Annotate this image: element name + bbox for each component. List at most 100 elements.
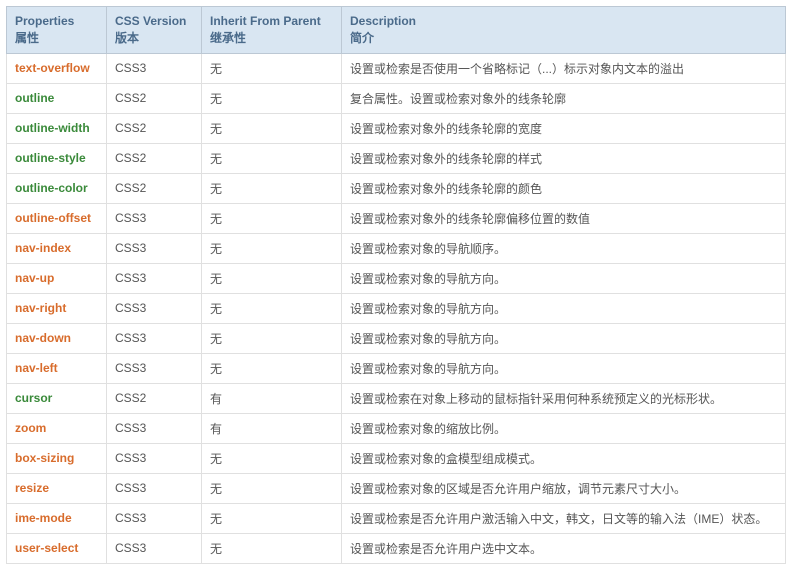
description-cell: 设置或检索是否允许用户选中文本。 <box>342 533 786 563</box>
inherit-cell: 无 <box>202 53 342 83</box>
header-inherit: Inherit From Parent 继承性 <box>202 7 342 54</box>
property-link[interactable]: outline <box>15 91 54 105</box>
description-cell: 设置或检索对象外的线条轮廓偏移位置的数值 <box>342 203 786 233</box>
property-link[interactable]: nav-left <box>15 361 58 375</box>
property-link[interactable]: resize <box>15 481 49 495</box>
inherit-cell: 无 <box>202 263 342 293</box>
inherit-cell: 无 <box>202 113 342 143</box>
table-row: nav-downCSS3无设置或检索对象的导航方向。 <box>7 323 786 353</box>
property-cell: nav-down <box>7 323 107 353</box>
table-row: outline-color CSS2无设置或检索对象外的线条轮廓的颜色 <box>7 173 786 203</box>
version-cell: CSS3 <box>107 413 202 443</box>
header-version: CSS Version 版本 <box>107 7 202 54</box>
inherit-cell: 无 <box>202 143 342 173</box>
header-zh: 版本 <box>115 30 193 47</box>
property-cell: box-sizing <box>7 443 107 473</box>
table-row: user-selectCSS3无设置或检索是否允许用户选中文本。 <box>7 533 786 563</box>
version-cell: CSS2 <box>107 113 202 143</box>
property-link[interactable]: text-overflow <box>15 61 90 75</box>
property-link[interactable]: box-sizing <box>15 451 74 465</box>
property-link[interactable]: ime-mode <box>15 511 72 525</box>
property-cell: user-select <box>7 533 107 563</box>
description-cell: 设置或检索对象的导航方向。 <box>342 263 786 293</box>
version-cell: CSS3 <box>107 533 202 563</box>
property-link[interactable]: outline-offset <box>15 211 91 225</box>
inherit-cell: 有 <box>202 413 342 443</box>
version-cell: CSS2 <box>107 173 202 203</box>
table-row: nav-left CSS3无设置或检索对象的导航方向。 <box>7 353 786 383</box>
inherit-cell: 无 <box>202 353 342 383</box>
description-cell: 设置或检索对象外的线条轮廓的颜色 <box>342 173 786 203</box>
property-link[interactable]: outline-color <box>15 181 88 195</box>
description-cell: 设置或检索对象的导航方向。 <box>342 293 786 323</box>
inherit-cell: 无 <box>202 473 342 503</box>
inherit-cell: 有 <box>202 383 342 413</box>
description-cell: 设置或检索对象的导航顺序。 <box>342 233 786 263</box>
description-cell: 复合属性。设置或检索对象外的线条轮廓 <box>342 83 786 113</box>
header-en: Description <box>350 14 416 28</box>
table-row: zoomCSS3有设置或检索对象的缩放比例。 <box>7 413 786 443</box>
description-cell: 设置或检索对象的导航方向。 <box>342 323 786 353</box>
css-properties-table: Properties 属性 CSS Version 版本 Inherit Fro… <box>6 6 786 564</box>
property-cell: nav-left <box>7 353 107 383</box>
table-row: text-overflowCSS3无设置或检索是否使用一个省略标记（...）标示… <box>7 53 786 83</box>
header-properties: Properties 属性 <box>7 7 107 54</box>
inherit-cell: 无 <box>202 443 342 473</box>
property-cell: resize <box>7 473 107 503</box>
version-cell: CSS3 <box>107 233 202 263</box>
table-row: outline-style CSS2无设置或检索对象外的线条轮廓的样式 <box>7 143 786 173</box>
header-en: Properties <box>15 14 74 28</box>
property-link[interactable]: nav-index <box>15 241 71 255</box>
table-row: outline-width CSS2无设置或检索对象外的线条轮廓的宽度 <box>7 113 786 143</box>
version-cell: CSS3 <box>107 203 202 233</box>
header-description: Description 简介 <box>342 7 786 54</box>
description-cell: 设置或检索对象的导航方向。 <box>342 353 786 383</box>
inherit-cell: 无 <box>202 323 342 353</box>
property-cell: ime-mode <box>7 503 107 533</box>
property-cell: cursor <box>7 383 107 413</box>
property-cell: outline-style <box>7 143 107 173</box>
table-row: box-sizingCSS3无设置或检索对象的盒模型组成模式。 <box>7 443 786 473</box>
description-cell: 设置或检索对象的盒模型组成模式。 <box>342 443 786 473</box>
property-link[interactable]: outline-style <box>15 151 86 165</box>
table-row: nav-rightCSS3无设置或检索对象的导航方向。 <box>7 293 786 323</box>
table-row: nav-index CSS3无设置或检索对象的导航顺序。 <box>7 233 786 263</box>
property-link[interactable]: nav-up <box>15 271 54 285</box>
header-en: CSS Version <box>115 14 186 28</box>
inherit-cell: 无 <box>202 233 342 263</box>
property-link[interactable]: outline-width <box>15 121 90 135</box>
table-row: nav-up CSS3无设置或检索对象的导航方向。 <box>7 263 786 293</box>
inherit-cell: 无 <box>202 83 342 113</box>
version-cell: CSS2 <box>107 383 202 413</box>
table-row: resizeCSS3无设置或检索对象的区域是否允许用户缩放，调节元素尺寸大小。 <box>7 473 786 503</box>
table-row: cursor CSS2有设置或检索在对象上移动的鼠标指针采用何种系统预定义的光标形… <box>7 383 786 413</box>
version-cell: CSS2 <box>107 83 202 113</box>
version-cell: CSS3 <box>107 263 202 293</box>
property-cell: outline-width <box>7 113 107 143</box>
version-cell: CSS3 <box>107 503 202 533</box>
header-zh: 继承性 <box>210 30 333 47</box>
header-zh: 简介 <box>350 30 777 47</box>
property-link[interactable]: cursor <box>15 391 52 405</box>
version-cell: CSS3 <box>107 353 202 383</box>
property-cell: nav-up <box>7 263 107 293</box>
table-row: outline-offset CSS3无设置或检索对象外的线条轮廓偏移位置的数值 <box>7 203 786 233</box>
description-cell: 设置或检索在对象上移动的鼠标指针采用何种系统预定义的光标形状。 <box>342 383 786 413</box>
description-cell: 设置或检索对象外的线条轮廓的宽度 <box>342 113 786 143</box>
property-link[interactable]: nav-down <box>15 331 71 345</box>
property-cell: outline <box>7 83 107 113</box>
header-en: Inherit From Parent <box>210 14 321 28</box>
property-link[interactable]: user-select <box>15 541 78 555</box>
table-row: ime-modeCSS3无设置或检索是否允许用户激活输入中文，韩文，日文等的输入… <box>7 503 786 533</box>
header-row: Properties 属性 CSS Version 版本 Inherit Fro… <box>7 7 786 54</box>
property-link[interactable]: zoom <box>15 421 46 435</box>
property-link[interactable]: nav-right <box>15 301 66 315</box>
version-cell: CSS2 <box>107 143 202 173</box>
description-cell: 设置或检索对象外的线条轮廓的样式 <box>342 143 786 173</box>
property-cell: text-overflow <box>7 53 107 83</box>
inherit-cell: 无 <box>202 203 342 233</box>
inherit-cell: 无 <box>202 293 342 323</box>
inherit-cell: 无 <box>202 503 342 533</box>
description-cell: 设置或检索是否使用一个省略标记（...）标示对象内文本的溢出 <box>342 53 786 83</box>
inherit-cell: 无 <box>202 173 342 203</box>
